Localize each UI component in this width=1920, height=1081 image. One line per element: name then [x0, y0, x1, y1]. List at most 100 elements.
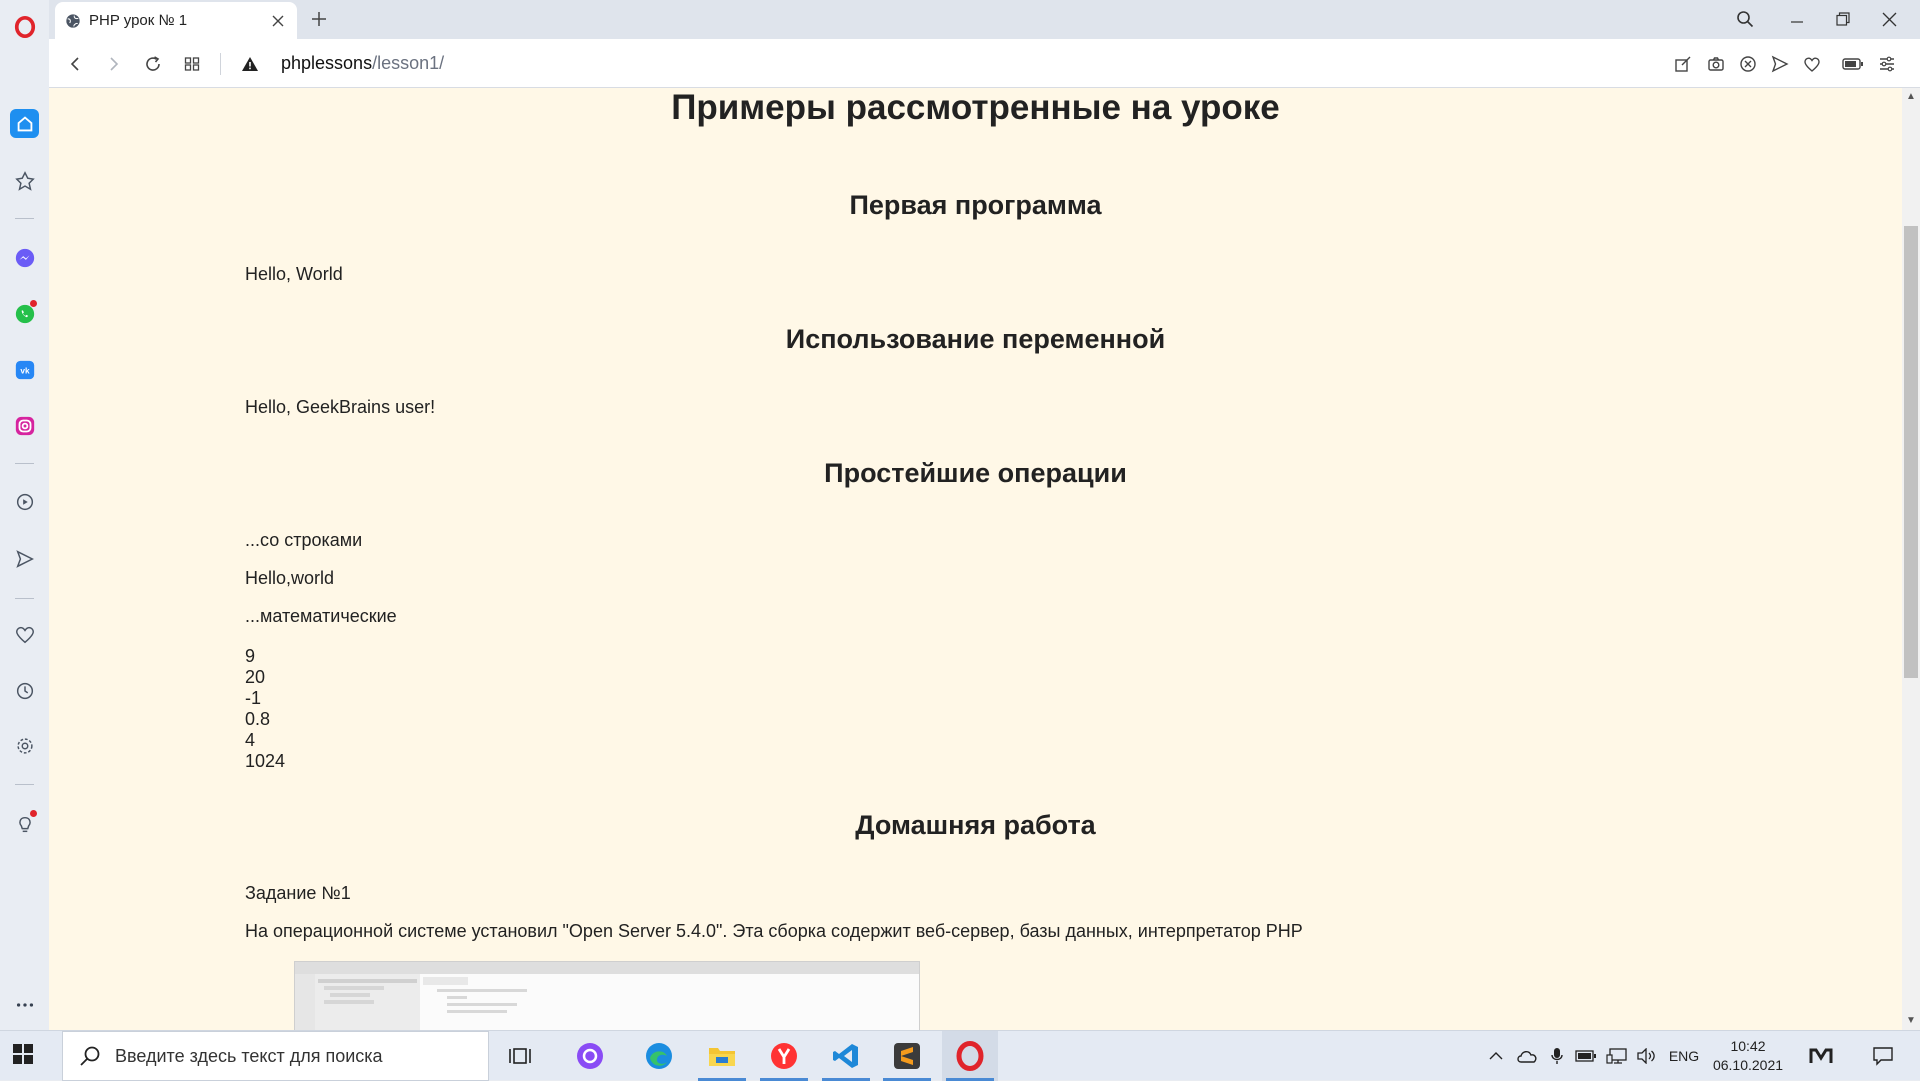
url-path: /lesson1/: [372, 53, 445, 73]
messenger-icon[interactable]: [10, 243, 39, 272]
heading-homework: Домашняя работа: [855, 810, 1096, 840]
tabs-grid-icon[interactable]: [179, 51, 205, 77]
task-label: Задание №1: [245, 883, 351, 903]
tab-title: PHP урок № 1: [89, 12, 188, 29]
notification-dot: [30, 810, 37, 817]
mailru-agent-icon[interactable]: [1806, 1045, 1836, 1067]
snap-edit-icon[interactable]: [1672, 53, 1694, 75]
heading-variable: Использование переменной: [785, 324, 1166, 354]
thumb-explorer: [315, 974, 420, 1030]
address-bar-row: phplessons/lesson1/: [49, 39, 1920, 88]
pinboard-icon[interactable]: [10, 166, 39, 195]
math-result: 20: [245, 667, 266, 687]
math-result: 4: [245, 730, 256, 750]
svg-text:vk: vk: [20, 366, 30, 375]
history-clock-icon[interactable]: [10, 676, 39, 705]
action-center-icon[interactable]: [1868, 1045, 1898, 1067]
scrollbar-thumb[interactable]: [1904, 226, 1918, 678]
send-icon[interactable]: [10, 544, 39, 573]
variable-output: Hello, GeekBrains user!: [245, 397, 436, 417]
thumb-activity-bar: [295, 974, 315, 1030]
tab-close-icon[interactable]: [269, 12, 287, 30]
url-field[interactable]: phplessons/lesson1/: [281, 53, 444, 74]
vscode-icon[interactable]: [818, 1031, 874, 1081]
tab-strip: PHP урок № 1: [49, 0, 1920, 39]
globe-icon: [66, 13, 80, 28]
first-program-output: Hello, World: [245, 264, 343, 284]
onedrive-cloud-icon[interactable]: [1514, 1045, 1540, 1067]
tab-active[interactable]: PHP урок № 1: [55, 2, 297, 39]
search-icon: [80, 1046, 100, 1066]
instagram-icon[interactable]: [10, 411, 39, 440]
page-title: Примеры рассмотренные на уроке: [671, 88, 1280, 127]
close-window-icon[interactable]: [1875, 6, 1903, 32]
opera-sidebar: vk: [0, 0, 49, 1030]
math-result: 9: [245, 646, 256, 666]
send-flow-icon[interactable]: [1769, 53, 1791, 75]
input-language[interactable]: ENG: [1664, 1045, 1704, 1067]
sidebar-divider: [15, 784, 34, 785]
address-divider: [220, 53, 221, 75]
battery-icon[interactable]: [1574, 1045, 1598, 1067]
battery-saver-icon[interactable]: [1842, 53, 1864, 75]
notification-dot: [30, 300, 37, 307]
sidebar-divider: [15, 463, 34, 464]
math-result: 0.8: [245, 709, 271, 729]
camera-icon[interactable]: [1705, 53, 1727, 75]
math-result: 1024: [245, 751, 286, 771]
opera-logo-icon[interactable]: [10, 12, 39, 41]
thumb-editor: [420, 974, 919, 1030]
sublime-text-icon[interactable]: [879, 1031, 935, 1081]
tips-lightbulb-icon[interactable]: [10, 809, 39, 838]
new-tab-plus-icon[interactable]: [308, 8, 330, 30]
heading-operations: Простейшие операции: [824, 458, 1127, 488]
math-result: -1: [245, 688, 262, 708]
math-label: ...математические: [245, 606, 397, 626]
vk-icon[interactable]: vk: [10, 355, 39, 384]
task-text: На операционной системе установил "Open …: [245, 921, 1303, 941]
back-icon[interactable]: [62, 51, 88, 77]
microphone-icon[interactable]: [1546, 1045, 1568, 1067]
show-hidden-icons-icon[interactable]: [1484, 1045, 1508, 1067]
forward-icon[interactable]: [101, 51, 127, 77]
restore-icon[interactable]: [1829, 6, 1857, 32]
minimize-icon[interactable]: [1783, 6, 1811, 32]
settings-gear-icon[interactable]: [10, 731, 39, 760]
thumb-titlebar: [295, 962, 919, 974]
player-icon[interactable]: [10, 487, 39, 516]
taskbar-search-placeholder: Введите здесь текст для поиска: [115, 1045, 383, 1066]
scroll-up-arrow-icon[interactable]: ▲: [1905, 91, 1917, 103]
whatsapp-icon[interactable]: [10, 299, 39, 328]
task-view-icon[interactable]: [492, 1031, 548, 1081]
taskbar-search-box[interactable]: Введите здесь текст для поиска: [62, 1031, 489, 1081]
easy-setup-icon[interactable]: [1876, 53, 1898, 75]
taskbar-clock[interactable]: 10:42 06.10.2021: [1706, 1037, 1790, 1075]
bookmark-heart-icon[interactable]: [1801, 53, 1823, 75]
alice-assistant-icon[interactable]: [562, 1031, 618, 1081]
page-viewport: Примеры рассмотренные на уроке Первая пр…: [49, 88, 1902, 1030]
windows-taskbar: Введите здесь текст для поиска ENG 10:42…: [0, 1030, 1920, 1081]
heading-first-program: Первая программа: [849, 190, 1102, 220]
file-explorer-icon[interactable]: [694, 1031, 750, 1081]
page-scrollbar[interactable]: ▲ ▼: [1902, 88, 1920, 1030]
volume-icon[interactable]: [1634, 1045, 1658, 1067]
scroll-down-arrow-icon[interactable]: ▼: [1905, 1015, 1917, 1027]
opera-taskbar-icon[interactable]: [942, 1031, 998, 1081]
url-host: phplessons: [281, 53, 373, 73]
strings-label: ...со строками: [245, 530, 363, 550]
edge-icon[interactable]: [631, 1031, 687, 1081]
ad-blocker-icon[interactable]: [1737, 53, 1759, 75]
clock-date: 06.10.2021: [1712, 1057, 1784, 1073]
bookmarks-heart-icon[interactable]: [10, 620, 39, 649]
not-secure-warning-icon[interactable]: [237, 51, 263, 77]
more-icon[interactable]: [10, 990, 39, 1019]
reload-icon[interactable]: [140, 51, 166, 77]
network-icon[interactable]: [1604, 1045, 1630, 1067]
speed-dial-icon[interactable]: [10, 109, 39, 138]
clock-time: 10:42: [1730, 1038, 1766, 1054]
homework-screenshot-image: [294, 961, 920, 1030]
search-tabs-icon[interactable]: [1731, 6, 1759, 32]
yandex-browser-icon[interactable]: [756, 1031, 812, 1081]
strings-output: Hello,world: [245, 568, 335, 588]
windows-start-icon[interactable]: [12, 1043, 38, 1069]
